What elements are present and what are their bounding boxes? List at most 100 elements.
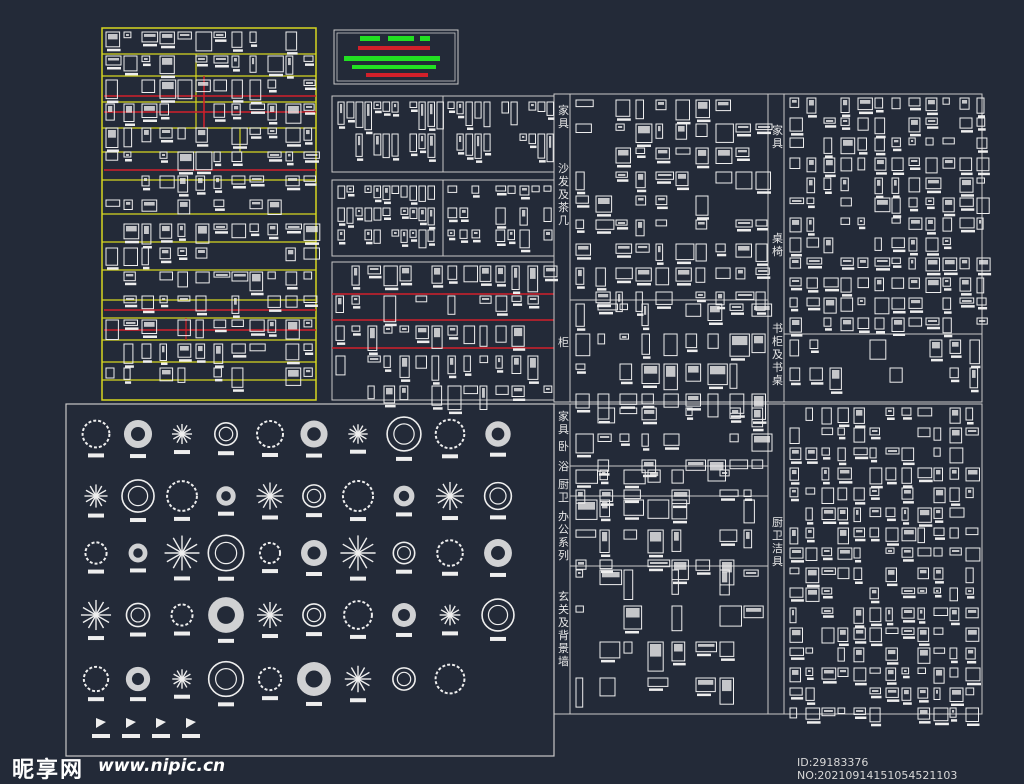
- window-block: [351, 265, 361, 290]
- sofa-block: [575, 99, 594, 108]
- table-block-outline: [976, 97, 985, 114]
- kitchen-block: [933, 607, 949, 616]
- entrance-block-fill: [722, 572, 728, 583]
- entrance-block-fill: [626, 608, 640, 618]
- kitchen-block-outline: [805, 527, 815, 539]
- sofa-block-outline: [735, 171, 753, 190]
- yellow-cad-block: [249, 127, 262, 139]
- office-block-label-bar: [601, 518, 611, 522]
- window-block-fill: [514, 328, 523, 337]
- entrance-block: [623, 641, 633, 654]
- yellow-cad-block: [177, 31, 192, 40]
- kitchen-block: [789, 467, 800, 485]
- door-block-label-bar: [449, 237, 456, 241]
- kitchen-block-outline: [917, 527, 925, 544]
- plant-label-bar: [152, 734, 170, 738]
- kitchen-block-label-bar: [807, 702, 816, 705]
- entrance-block-outline: [623, 569, 634, 600]
- table-block: [806, 197, 815, 209]
- plant-label-bar: [262, 634, 278, 639]
- table-block-fill: [843, 260, 852, 262]
- table-block-outline: [789, 137, 804, 148]
- office-block-outline: [695, 559, 711, 571]
- sofa-block-label-bar: [757, 312, 767, 315]
- door-block-outline: [465, 101, 473, 126]
- door-block: [447, 101, 456, 113]
- yellow-cad-block-outline: [249, 223, 259, 233]
- table-block-label-bar: [842, 294, 853, 297]
- window-block-fill: [514, 268, 518, 278]
- cabinet-block-label-bar: [577, 410, 591, 413]
- kitchen-block: [933, 467, 943, 482]
- table-block-outline: [942, 317, 952, 334]
- yellow-cad-block-outline: [231, 103, 241, 116]
- kitchen-block-outline: [933, 447, 941, 457]
- cabinet-block-label-bar: [731, 358, 745, 361]
- door-block: [459, 229, 469, 243]
- yellow-cad-block-label-bar: [197, 171, 211, 175]
- bath-block-label-bar: [625, 500, 639, 504]
- cabinet-block-label-bar: [643, 356, 651, 359]
- plant-outline: [81, 419, 111, 449]
- table-block-fill: [911, 140, 914, 142]
- plant-label-bar: [218, 702, 234, 707]
- table-block-outline: [874, 97, 884, 109]
- table-block-outline: [908, 277, 920, 289]
- yellow-cad-block: [285, 127, 301, 147]
- kitchen-block: [901, 447, 915, 466]
- table-block: [908, 297, 924, 313]
- table-block-outline: [925, 157, 938, 174]
- kitchen-block: [885, 407, 895, 420]
- sofa-block: [575, 243, 591, 260]
- kitchen-block: [789, 607, 797, 624]
- table-block-label-bar: [842, 114, 851, 117]
- yellow-cad-block-outline: [177, 319, 191, 337]
- sofa-block-label-bar: [657, 160, 671, 164]
- kitchen-block-outline: [805, 647, 814, 654]
- yellow-cad-block: [105, 127, 119, 152]
- table-block: [857, 277, 869, 289]
- sofa-block-fill: [658, 246, 661, 253]
- yellow-cad-block: [195, 151, 213, 175]
- sofa-block: [615, 291, 623, 313]
- yellow-cad-block-fill: [198, 346, 203, 352]
- table-block-label-bar: [910, 253, 918, 256]
- kitchen-block: [917, 587, 927, 594]
- kitchen-block-fill: [920, 610, 923, 614]
- bookcase-block-label-bar: [811, 350, 819, 353]
- door-block: [382, 133, 390, 159]
- table-block-label-bar: [961, 172, 973, 176]
- office-block-fill: [746, 532, 750, 539]
- table-block: [840, 257, 855, 270]
- sofa-block-outline: [715, 123, 734, 143]
- plant-label-bar: [306, 701, 322, 706]
- door-block: [409, 185, 418, 205]
- window-block-fill: [386, 388, 393, 395]
- plant-outline: [257, 666, 283, 692]
- label-entrance: 玄关及背景墙: [558, 590, 569, 668]
- yellow-cad-block-outline: [249, 127, 261, 135]
- sofa-block-outline: [715, 267, 731, 279]
- yellow-cad-block-label-bar: [179, 194, 189, 197]
- door-block-label-bar: [429, 226, 436, 230]
- office-block-fill: [674, 562, 687, 570]
- entrance-block: [647, 677, 669, 691]
- kitchen-block: [917, 427, 931, 438]
- plant-core: [307, 427, 321, 441]
- yellow-cad-block: [303, 79, 317, 90]
- door-block: [355, 207, 364, 221]
- window-block: [335, 355, 346, 376]
- bed-block-outline: [729, 433, 739, 443]
- sofa-block-label-bar: [757, 263, 768, 266]
- plant-symbol: [485, 421, 511, 447]
- yellow-cad-block-outline: [303, 271, 313, 280]
- table-block-outline: [942, 297, 952, 310]
- kitchen-block-label-bar: [839, 436, 846, 440]
- kitchen-block: [885, 507, 896, 522]
- entrance-block: [623, 569, 634, 600]
- yellow-cad-block-outline: [195, 271, 210, 284]
- office-block-outline: [575, 529, 597, 538]
- kitchen-block-outline: [949, 667, 959, 678]
- sofa-block: [575, 123, 592, 133]
- kitchen-block-label-bar: [935, 581, 944, 584]
